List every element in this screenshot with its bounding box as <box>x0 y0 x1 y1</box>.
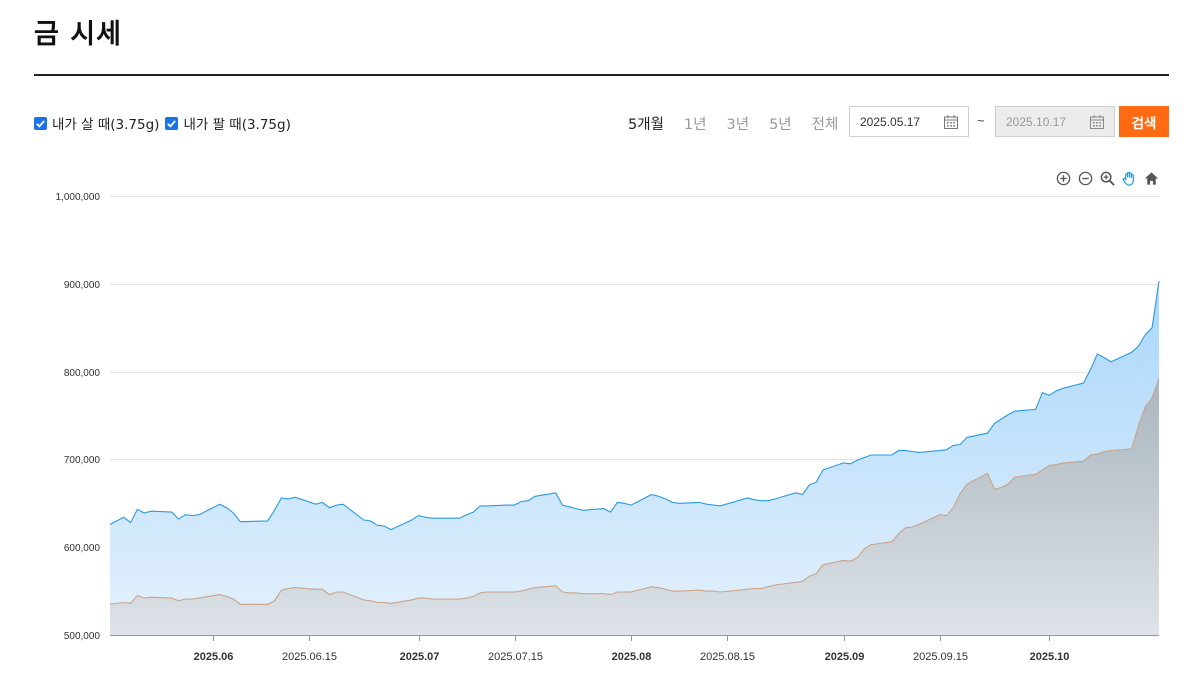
x-axis: 2025.06 2025.06.15 2025.07 2025.07.15 2025.0… <box>110 635 1159 663</box>
gold-price-chart: 500,000 600,000 700,000 800,000 900,000 1,000… <box>56 192 1160 663</box>
x-tick-label: 2025.09.15 <box>913 651 968 663</box>
y-tick-label: 700,000 <box>64 455 101 466</box>
y-tick-label: 600,000 <box>64 543 101 554</box>
y-tick-label: 900,000 <box>64 280 101 291</box>
y-axis: 500,000 600,000 700,000 800,000 900,000 1,000… <box>56 192 101 642</box>
y-tick-label: 800,000 <box>64 368 101 379</box>
x-tick-label: 2025.07 <box>400 651 440 663</box>
x-tick-label: 2025.06.15 <box>282 651 337 663</box>
x-tick-label: 2025.08.15 <box>700 651 755 663</box>
y-tick-label: 500,000 <box>64 631 101 642</box>
x-tick-label: 2025.07.15 <box>488 651 543 663</box>
x-tick-label: 2025.09 <box>825 651 865 663</box>
x-tick-label: 2025.08 <box>612 651 652 663</box>
x-tick-label: 2025.10 <box>1030 651 1070 663</box>
x-tick-label: 2025.06 <box>194 651 234 663</box>
y-tick-label: 1,000,000 <box>56 192 101 203</box>
series-areas <box>109 281 1160 635</box>
